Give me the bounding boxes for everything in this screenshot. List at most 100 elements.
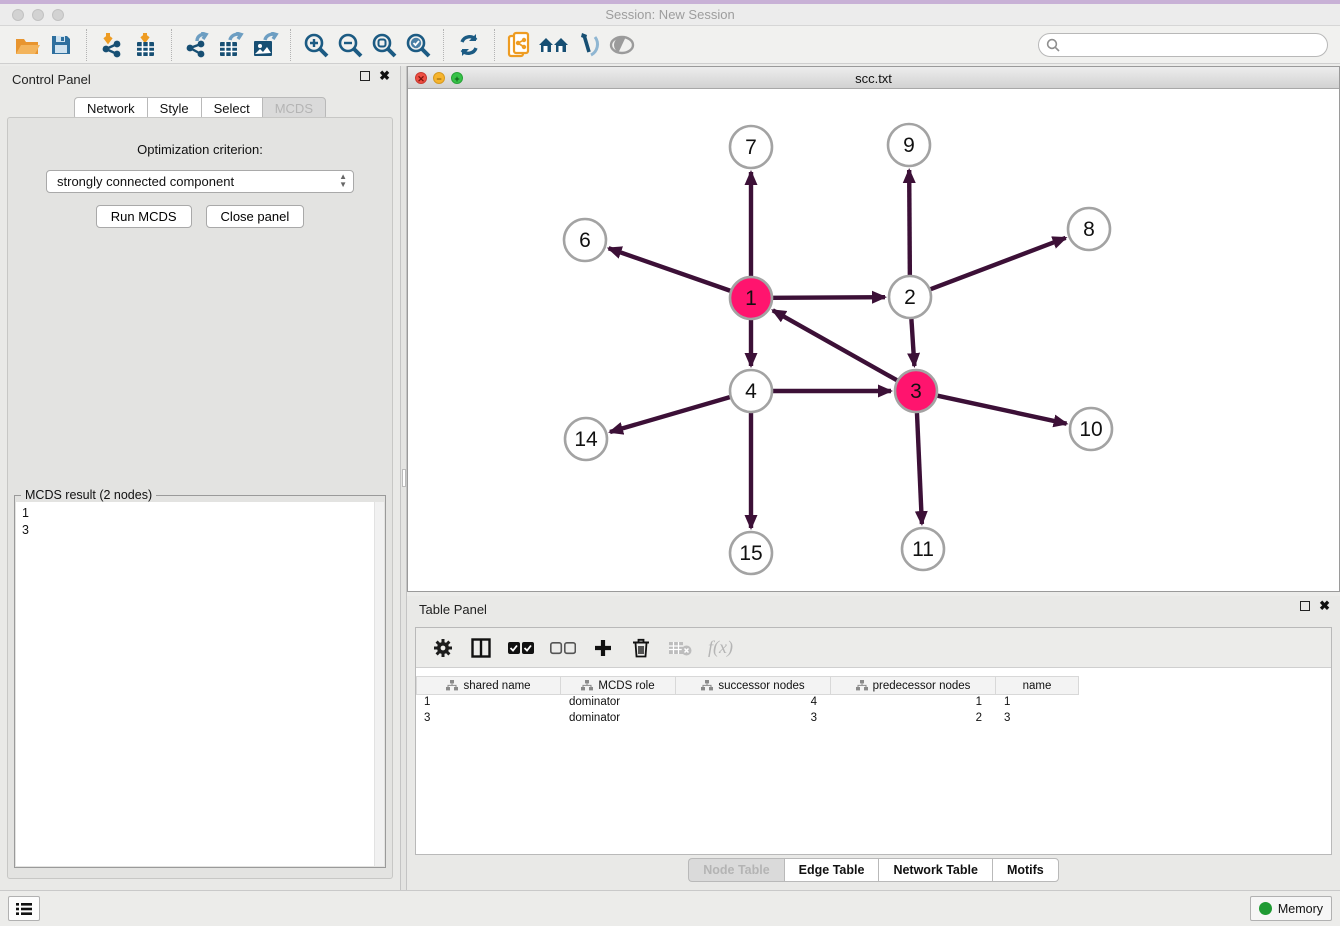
column-header-label: successor nodes bbox=[718, 680, 804, 692]
edge-1-2[interactable] bbox=[773, 297, 885, 298]
mcds-result-group: MCDS result (2 nodes) 1 3 bbox=[14, 495, 386, 868]
table-settings-gear-icon[interactable] bbox=[432, 638, 454, 658]
task-history-button[interactable] bbox=[8, 896, 40, 921]
result-scrollbar[interactable] bbox=[374, 502, 384, 866]
zoom-selected-icon[interactable] bbox=[401, 30, 435, 60]
edge-3-11[interactable] bbox=[917, 413, 922, 524]
table-close-panel-icon[interactable]: ✖ bbox=[1319, 601, 1330, 611]
node-label-4: 4 bbox=[745, 380, 757, 403]
network-window-titlebar[interactable]: ✕ − + scc.txt bbox=[408, 67, 1339, 89]
delete-table-icon[interactable] bbox=[668, 640, 692, 656]
node-label-9: 9 bbox=[903, 134, 915, 157]
panel-splitter[interactable] bbox=[400, 66, 407, 890]
node-label-2: 2 bbox=[904, 286, 916, 309]
edge-1-6[interactable] bbox=[609, 248, 731, 290]
select-all-checkboxes-icon[interactable] bbox=[508, 641, 534, 655]
table-toolbar: f(x) bbox=[416, 628, 1331, 668]
tab-edge-table[interactable]: Edge Table bbox=[784, 858, 879, 882]
edge-2-8[interactable] bbox=[931, 238, 1066, 289]
optimization-criterion-label: Optimization criterion: bbox=[8, 142, 392, 157]
close-panel-icon[interactable]: ✖ bbox=[379, 71, 390, 81]
mcds-result-title: MCDS result (2 nodes) bbox=[21, 488, 156, 502]
zoom-out-icon[interactable] bbox=[333, 30, 367, 60]
column-header-successor-nodes[interactable]: successor nodes bbox=[676, 676, 831, 695]
node-label-6: 6 bbox=[579, 229, 591, 252]
table-row[interactable]: 1dominator411 bbox=[416, 695, 1331, 711]
save-session-icon[interactable] bbox=[44, 30, 78, 60]
column-tree-icon bbox=[581, 680, 593, 691]
cell-predecessor-nodes[interactable]: 1 bbox=[831, 695, 996, 711]
run-mcds-button[interactable]: Run MCDS bbox=[96, 205, 192, 228]
open-folder-icon[interactable] bbox=[10, 30, 44, 60]
cell-MCDS-role[interactable]: dominator bbox=[561, 695, 676, 711]
refresh-view-icon[interactable] bbox=[452, 30, 486, 60]
column-header-label: shared name bbox=[463, 680, 530, 692]
export-image-icon[interactable] bbox=[248, 30, 282, 60]
node-label-11: 11 bbox=[912, 538, 934, 561]
column-header-predecessor-nodes[interactable]: predecessor nodes bbox=[831, 676, 996, 695]
column-header-label: MCDS role bbox=[598, 680, 654, 692]
node-label-1: 1 bbox=[745, 287, 757, 310]
list-icon bbox=[15, 902, 33, 916]
tab-motifs[interactable]: Motifs bbox=[992, 858, 1059, 882]
search-input[interactable] bbox=[1038, 33, 1328, 57]
cell-shared-name[interactable]: 3 bbox=[416, 711, 561, 727]
cell-successor-nodes[interactable]: 4 bbox=[676, 695, 831, 711]
node-label-7: 7 bbox=[745, 136, 757, 159]
network-window-title: scc.txt bbox=[408, 71, 1339, 86]
apply-style-icon[interactable] bbox=[571, 30, 605, 60]
network-canvas[interactable]: 7968124314101511 bbox=[408, 89, 1339, 591]
app-title: Session: New Session bbox=[0, 7, 1340, 22]
export-network-icon[interactable] bbox=[180, 30, 214, 60]
memory-label: Memory bbox=[1278, 902, 1323, 916]
import-network-icon[interactable] bbox=[95, 30, 129, 60]
mcds-panel: Optimization criterion: strongly connect… bbox=[7, 117, 393, 879]
add-column-icon[interactable] bbox=[592, 639, 614, 657]
float-panel-icon[interactable] bbox=[360, 71, 370, 81]
column-header-label: name bbox=[1023, 680, 1052, 692]
zoom-in-icon[interactable] bbox=[299, 30, 333, 60]
network-view-window: ✕ − + scc.txt 7968124314101511 bbox=[407, 66, 1340, 592]
cell-predecessor-nodes[interactable]: 2 bbox=[831, 711, 996, 727]
cell-shared-name[interactable]: 1 bbox=[416, 695, 561, 711]
edge-3-10[interactable] bbox=[937, 396, 1066, 424]
table-row[interactable]: 3dominator323 bbox=[416, 711, 1331, 727]
column-header-shared-name[interactable]: shared name bbox=[416, 676, 561, 695]
show-hide-eye-icon[interactable] bbox=[605, 30, 639, 60]
optimization-criterion-value: strongly connected component bbox=[57, 174, 234, 189]
edge-2-3[interactable] bbox=[911, 319, 914, 366]
edge-3-1[interactable] bbox=[773, 310, 897, 380]
edge-2-9[interactable] bbox=[909, 170, 910, 275]
table-panel: Table Panel ✖ bbox=[407, 596, 1340, 890]
node-table: shared name MCDS role successor nodes prede… bbox=[416, 676, 1331, 727]
zoom-fit-icon[interactable] bbox=[367, 30, 401, 60]
node-label-15: 15 bbox=[739, 542, 762, 565]
home-layout-icon[interactable] bbox=[537, 30, 571, 60]
cell-name[interactable]: 3 bbox=[996, 711, 1079, 727]
tab-network-table[interactable]: Network Table bbox=[878, 858, 992, 882]
column-tree-icon bbox=[856, 680, 868, 691]
cell-successor-nodes[interactable]: 3 bbox=[676, 711, 831, 727]
cell-name[interactable]: 1 bbox=[996, 695, 1079, 711]
export-table-icon[interactable] bbox=[214, 30, 248, 60]
chevron-up-down-icon: ▲▼ bbox=[339, 173, 347, 189]
optimization-criterion-select[interactable]: strongly connected component ▲▼ bbox=[46, 170, 354, 193]
column-header-MCDS-role[interactable]: MCDS role bbox=[561, 676, 676, 695]
memory-button[interactable]: Memory bbox=[1250, 896, 1332, 921]
edge-4-14[interactable] bbox=[610, 397, 730, 432]
unselect-all-checkboxes-icon[interactable] bbox=[550, 641, 576, 655]
import-table-icon[interactable] bbox=[129, 30, 163, 60]
cell-MCDS-role[interactable]: dominator bbox=[561, 711, 676, 727]
table-float-panel-icon[interactable] bbox=[1300, 601, 1310, 611]
clone-network-icon[interactable] bbox=[503, 30, 537, 60]
close-panel-button[interactable]: Close panel bbox=[206, 205, 305, 228]
main-toolbar bbox=[0, 26, 1340, 64]
function-builder-icon[interactable]: f(x) bbox=[708, 637, 733, 658]
mcds-result-text[interactable]: 1 3 bbox=[16, 502, 384, 866]
column-view-icon[interactable] bbox=[470, 638, 492, 658]
column-tree-icon bbox=[701, 680, 713, 691]
column-header-name[interactable]: name bbox=[996, 676, 1079, 695]
tab-node-table[interactable]: Node Table bbox=[688, 858, 783, 882]
control-panel: Control Panel ✖ NetworkStyleSelectMCDS O… bbox=[0, 66, 400, 890]
delete-column-icon[interactable] bbox=[630, 638, 652, 658]
